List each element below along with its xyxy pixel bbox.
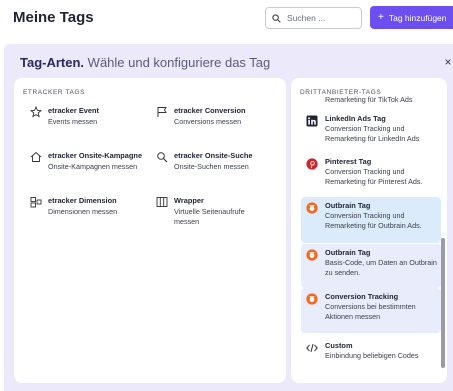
dimension-icon [30,197,42,208]
tag-card-desc: Conversion Tracking und Remarketing für … [325,211,422,230]
scrollbar-thumb[interactable] [441,238,445,368]
outbrain-icon [306,202,318,214]
outbrain-icon [306,249,318,261]
tag-card-custom[interactable]: Custom Einbindung beliebigen Codes [301,337,441,367]
tag-card-outbrain-basis[interactable]: Outbrain Tag Basis-Code, um Daten an Out… [301,244,441,288]
tag-card-desc: Dimensionen messen [48,207,118,216]
tag-card-name: etracker Onsite-Kampagne [48,151,143,160]
tag-card-name: Outbrain Tag [325,201,371,210]
page-title: Meine Tags [13,9,94,26]
search-box[interactable] [265,7,362,29]
tag-card-desc: Onsite-Suchen messen [174,162,249,171]
tag-card-etracker-onsite-kampagne[interactable]: etracker Onsite-Kampagne Onsite-Kampagne… [30,151,155,179]
tag-card-name: Custom [325,341,353,350]
tag-card-desc: Einbindung beliebigen Codes [325,351,419,360]
tag-card-name: etracker Onsite-Suche [174,151,253,160]
tag-card-outbrain-tracking[interactable]: Outbrain Tag Conversion Tracking und Rem… [301,197,441,243]
add-tag-button-label: Tag hinzufügen [388,12,447,23]
modal-title: Tag-Arten. Wähle und konfiguriere das Ta… [20,55,270,70]
modal-title-subtitle: Wähle und konfiguriere das Tag [87,55,271,70]
tag-card-wrapper[interactable]: Wrapper Virtuelle Seitenaufrufe messen [156,196,281,234]
tag-card-desc: Conversions bei bestimmten Aktionen mess… [325,302,416,321]
top-bar: Meine Tags + Tag hinzufügen [0,0,453,42]
tag-card-etracker-conversion[interactable]: etracker Conversion Conversions messen [156,106,281,134]
tag-card-name: LinkedIn Ads Tag [325,114,386,123]
tag-card-name: etracker Conversion [174,106,246,115]
tag-card-name: etracker Event [48,106,99,115]
tag-card-name: Wrapper [174,196,204,205]
tag-card-outbrain-conversion[interactable]: Conversion Tracking Conversions bei best… [301,288,441,333]
tag-card-name: Outbrain Tag [325,248,371,257]
pinterest-icon [306,158,318,170]
tag-card-desc: Events messen [48,117,98,126]
columns-icon [156,197,168,207]
search-icon [272,13,281,23]
flag-icon [157,107,167,117]
tag-card-desc: Basis-Code, um Daten an Outbrain zu send… [325,258,437,277]
tag-card-desc: Conversion Tracking und Remarketing für … [325,124,420,143]
tag-card-desc: Conversion Tracking und Remarketing für … [325,167,423,186]
search-input[interactable] [287,13,357,23]
search-icon [157,152,168,163]
tag-types-modal: Tag-Arten. Wähle und konfiguriere das Ta… [4,44,453,391]
tag-card-name: etracker Dimension [48,196,117,205]
close-icon[interactable]: × [443,56,453,68]
tag-card-etracker-event[interactable]: etracker Event Events messen [30,106,155,134]
tag-card-name: Conversion Tracking [325,292,399,301]
tag-card-pinterest[interactable]: Pinterest Tag Conversion Tracking und Re… [301,153,441,191]
third-party-tags-panel: DRITTANBIETER-TAGS Remarketing für TikTo… [291,78,447,383]
star-icon [30,106,42,118]
home-icon [30,151,42,162]
outbrain-icon [306,293,318,305]
tag-card-desc: Conversions messen [174,117,242,126]
code-icon [306,343,318,353]
etracker-tags-heading: ETRACKER TAGS [23,89,86,96]
tag-card-desc: Onsite-Kampagnen messen [48,162,138,171]
add-tag-button[interactable]: + Tag hinzufügen [370,6,453,29]
plus-icon: + [378,12,384,23]
clipped-description: Remarketing für TikTok Ads [325,95,413,104]
tag-card-etracker-onsite-suche[interactable]: etracker Onsite-Suche Onsite-Suchen mess… [156,151,281,179]
tag-card-desc: Virtuelle Seitenaufrufe messen [174,207,245,226]
tag-card-etracker-dimension[interactable]: etracker Dimension Dimensionen messen [30,196,155,224]
modal-title-strong: Tag-Arten. [20,55,85,70]
tag-card-name: Pinterest Tag [325,157,372,166]
etracker-tags-panel: ETRACKER TAGS etracker Event Events mess… [14,78,286,383]
tag-card-linkedin[interactable]: LinkedIn Ads Tag Conversion Tracking und… [301,110,441,148]
linkedin-icon [306,115,318,127]
